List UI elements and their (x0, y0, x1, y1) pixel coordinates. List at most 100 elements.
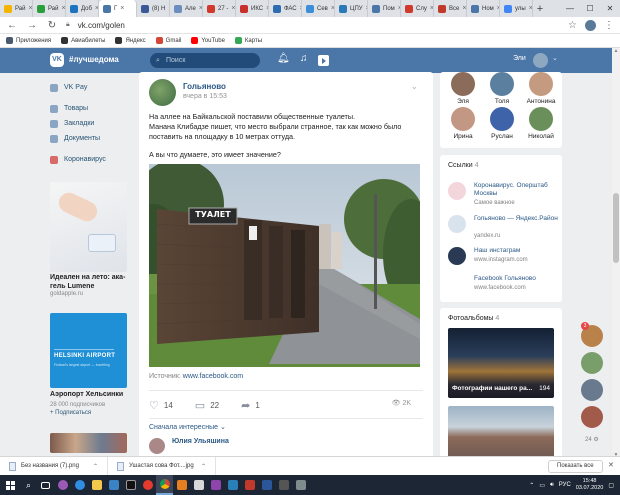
browser-tab[interactable]: Ном× (467, 0, 500, 17)
minimize-button[interactable]: — (560, 0, 580, 17)
app-icon[interactable] (207, 475, 224, 495)
vk-logo[interactable]: VK (50, 53, 64, 67)
download-item[interactable]: Без названия (7).png ⌃ (0, 456, 108, 476)
reload-icon[interactable]: ↻ (46, 20, 58, 31)
browser-tab[interactable]: ЦПУ× (335, 0, 368, 17)
browser-tab[interactable]: 27 - × (203, 0, 236, 17)
music-note-icon[interactable]: ♫ (300, 53, 308, 64)
chrome-icon[interactable] (156, 475, 173, 495)
bookmark-star-icon[interactable]: ☆ (568, 20, 577, 31)
album-thumbnail[interactable]: Фотографии нашего ра... 194 (448, 328, 554, 398)
links-header[interactable]: Ссылки 4 (448, 162, 479, 169)
source-link[interactable]: www.facebook.com (183, 373, 243, 380)
nav-item-coronavirus[interactable]: Коронавирус (50, 152, 140, 167)
app-icon[interactable] (292, 475, 309, 495)
member-item[interactable]: Антонина (524, 72, 558, 105)
bookmark-item[interactable]: Приложения (6, 37, 51, 44)
yandex-icon[interactable] (139, 475, 156, 495)
chat-avatar[interactable] (581, 406, 603, 428)
browser-tab[interactable]: Рай × (33, 0, 66, 17)
chats-count[interactable]: 24 ⚙︎ (585, 436, 599, 443)
app-icon[interactable] (241, 475, 258, 495)
comment-button[interactable]: ▭ 22 (195, 399, 219, 412)
browser-tab[interactable]: ФАС× (269, 0, 302, 17)
post-author[interactable]: Гольяново (183, 82, 226, 91)
ad-title[interactable]: Идеален на лето: ака-гель Lumene (50, 273, 130, 291)
terminal-icon[interactable] (122, 475, 139, 495)
mail-icon[interactable] (190, 475, 207, 495)
notifications-bell-icon[interactable]: 🔔︎ (277, 53, 290, 64)
user-avatar[interactable] (533, 53, 548, 68)
chevron-down-icon[interactable]: ⌄ (552, 54, 558, 62)
browser-tab[interactable]: Сев × (302, 0, 335, 17)
ad-title[interactable]: Аэропорт Хельсинки (50, 391, 123, 398)
link-title[interactable]: Коронавирус. Оперштаб Москвы (474, 182, 562, 198)
bookmark-item[interactable]: Яндекс (115, 37, 146, 44)
bookmark-item[interactable]: Gmail (155, 37, 181, 44)
scroll-up-icon[interactable]: ▲ (612, 48, 620, 54)
vk-hashtag[interactable]: #лучшедома (69, 55, 119, 64)
post-menu-chevron-icon[interactable]: ⌄ (411, 82, 418, 91)
tab-close-icon[interactable]: × (62, 5, 66, 12)
browser-tab[interactable]: (8) Н× (137, 0, 170, 17)
browser-tab[interactable]: Але × (170, 0, 203, 17)
search-icon[interactable]: ⌕ (20, 475, 37, 495)
tab-close-icon[interactable]: × (462, 5, 466, 12)
play-icon[interactable] (318, 55, 329, 66)
nav-item-market[interactable]: Товары (50, 101, 140, 116)
start-button[interactable] (0, 475, 20, 495)
link-title[interactable]: Гольяново — Яндекс.Район (474, 215, 562, 223)
task-view-icon[interactable] (37, 475, 54, 495)
chat-avatar[interactable] (581, 352, 603, 374)
page-scrollbar[interactable]: ▲ ▼ (612, 48, 620, 458)
subscribe-link[interactable]: + Подписаться (50, 410, 91, 416)
new-tab-button[interactable]: + (533, 3, 547, 15)
app-icon[interactable] (54, 475, 71, 495)
browser-tab[interactable]: ИКС× (236, 0, 269, 17)
chevron-up-icon[interactable]: ⌃ (201, 463, 206, 470)
link-title[interactable]: Наш инстаграм (474, 247, 562, 255)
language-indicator[interactable]: РУС (559, 482, 571, 488)
back-icon[interactable]: ← (6, 20, 18, 31)
close-icon[interactable]: ✕ (608, 461, 614, 469)
nav-item-vkpay[interactable]: VK Pay (50, 80, 140, 95)
member-item[interactable]: Руслан (485, 107, 519, 140)
volume-icon[interactable]: 🔊︎ (550, 482, 554, 489)
nav-item-bookmarks[interactable]: Закладки (50, 116, 140, 131)
network-icon[interactable]: ▭ (539, 482, 545, 489)
member-item[interactable]: Эля (446, 72, 480, 105)
post-date[interactable]: вчера в 15:53 (183, 93, 227, 100)
lock-icon[interactable]: 🔒︎ (66, 21, 70, 29)
app-icon[interactable] (275, 475, 292, 495)
ad-image-third[interactable] (50, 433, 127, 453)
community-avatar[interactable] (149, 79, 176, 106)
maximize-button[interactable]: ☐ (580, 0, 600, 17)
nav-item-docs[interactable]: Документы (50, 131, 140, 146)
chat-avatar[interactable] (581, 379, 603, 401)
ad-domain[interactable]: goldapple.ru (50, 291, 83, 297)
forward-icon[interactable]: → (26, 20, 38, 31)
url-field[interactable]: vk.com/golen (78, 21, 560, 30)
store-icon[interactable] (105, 475, 122, 495)
tab-close-icon[interactable]: × (29, 5, 33, 12)
browser-tab[interactable]: Слу × (401, 0, 434, 17)
bookmark-item[interactable]: YouTube (191, 37, 225, 44)
ad-image-helsinki[interactable]: HELSINKI AIRPORT Finland's largest airpo… (50, 313, 127, 388)
app-icon[interactable] (173, 475, 190, 495)
show-all-downloads-button[interactable]: Показать все (548, 460, 603, 473)
share-button[interactable]: ➦ 1 (241, 399, 260, 412)
chevron-up-icon[interactable]: ⌃ (529, 482, 534, 489)
commenter-avatar[interactable] (149, 438, 165, 454)
browser-tab[interactable]: Все × (434, 0, 467, 17)
member-item[interactable]: Николай (524, 107, 558, 140)
explorer-icon[interactable] (88, 475, 105, 495)
commenter-name[interactable]: Юлия Ульяшина (172, 438, 229, 445)
albums-header[interactable]: Фотоальбомы 4 (448, 315, 499, 322)
member-item[interactable]: Ирина (446, 107, 480, 140)
edge-icon[interactable] (71, 475, 88, 495)
notification-icon[interactable]: ▢ (608, 482, 614, 489)
user-name[interactable]: Эли (513, 55, 526, 62)
comment-sort-dropdown[interactable]: Сначала интересные ⌄ (149, 423, 226, 431)
profile-avatar[interactable] (585, 19, 596, 31)
browser-tab[interactable]: Доб × (66, 0, 99, 17)
